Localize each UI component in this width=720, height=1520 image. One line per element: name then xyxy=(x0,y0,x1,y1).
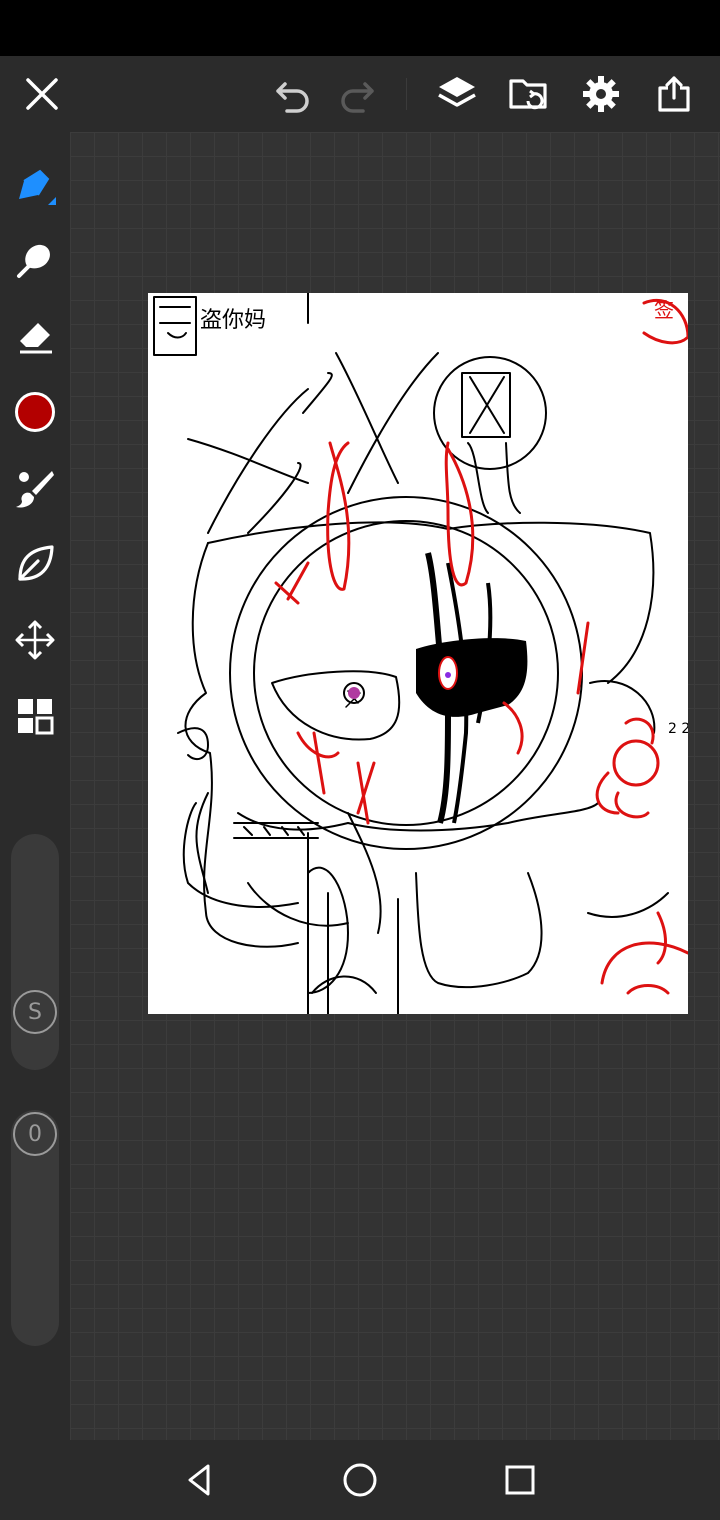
brush-opacity-knob[interactable]: 0 xyxy=(13,1112,57,1156)
color-swatch xyxy=(15,392,55,432)
layers-icon xyxy=(438,77,476,107)
brush-size-knob[interactable]: S xyxy=(13,990,57,1034)
top-toolbar xyxy=(0,56,720,132)
home-button[interactable] xyxy=(320,1440,400,1520)
doodle-text: 2 2 xyxy=(668,721,688,737)
opacity-slider-label: 0 xyxy=(28,1121,42,1147)
brush-icon xyxy=(16,471,54,508)
share-icon xyxy=(658,76,690,112)
pen-tool[interactable] xyxy=(0,152,70,216)
color-picker[interactable] xyxy=(0,380,70,444)
move-tool[interactable] xyxy=(0,608,70,672)
eraser-icon xyxy=(20,323,52,354)
brush-opacity-slider[interactable]: 0 xyxy=(11,1110,59,1346)
brush-tool[interactable] xyxy=(0,456,70,520)
leaf-tool[interactable] xyxy=(0,532,70,596)
smudge-tool[interactable] xyxy=(0,228,70,292)
pen-icon xyxy=(19,169,56,205)
tool-sidebar: S 0 xyxy=(0,132,70,1440)
import-button[interactable] xyxy=(499,56,559,132)
smudge-icon xyxy=(17,244,50,278)
toolbar-divider xyxy=(406,78,407,110)
drawing-artwork: 盗你妈 签 2 2 xyxy=(153,293,688,1014)
size-slider-label: S xyxy=(28,999,42,1025)
gallery-grid-icon xyxy=(18,699,54,735)
undo-icon xyxy=(276,82,309,113)
navigation-bar xyxy=(0,1440,720,1520)
status-bar xyxy=(0,0,720,56)
gallery-tool[interactable] xyxy=(0,684,70,748)
settings-button[interactable] xyxy=(571,56,631,132)
move-icon xyxy=(15,620,55,660)
redo-icon xyxy=(341,82,374,113)
leaf-icon xyxy=(18,545,54,581)
corner-text: 签 xyxy=(654,298,674,322)
settings-icon xyxy=(583,76,619,112)
layers-button[interactable] xyxy=(427,56,487,132)
import-folder-icon xyxy=(509,79,547,110)
redo-button[interactable] xyxy=(327,56,387,132)
close-button[interactable] xyxy=(12,56,72,132)
close-icon xyxy=(26,78,58,110)
back-button[interactable] xyxy=(160,1440,240,1520)
home-icon xyxy=(343,1463,377,1497)
eraser-tool[interactable] xyxy=(0,304,70,368)
stamp-text: 盗你妈 xyxy=(200,308,266,333)
undo-button[interactable] xyxy=(263,56,323,132)
drawing-canvas[interactable]: 盗你妈 签 2 2 xyxy=(148,293,688,1014)
recents-button[interactable] xyxy=(480,1440,560,1520)
back-icon xyxy=(188,1464,210,1496)
brush-size-slider[interactable]: S xyxy=(11,834,59,1070)
recents-icon xyxy=(505,1465,535,1495)
share-button[interactable] xyxy=(644,56,704,132)
